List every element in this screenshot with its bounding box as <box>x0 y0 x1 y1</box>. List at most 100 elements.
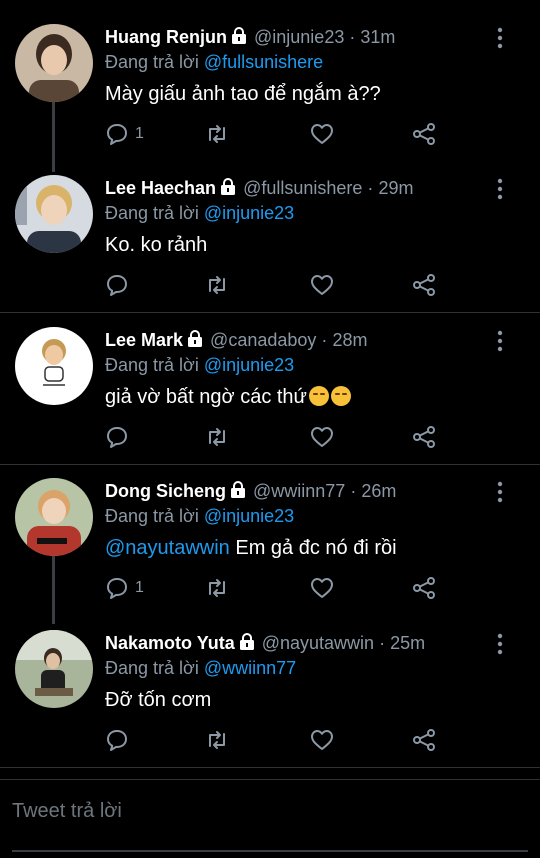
reply-button[interactable] <box>105 423 135 451</box>
author-handle[interactable]: @nayutawwin <box>262 633 374 653</box>
tweet-text: Mày giấu ảnh tao để ngắm à?? <box>105 83 381 105</box>
tweet-header: Dong Sicheng @wwiinn77 · 26m <box>105 478 396 504</box>
author-name[interactable]: Lee Mark <box>105 330 183 350</box>
lock-icon <box>221 178 236 195</box>
share-button[interactable] <box>412 271 436 299</box>
retweet-button[interactable] <box>205 120 229 148</box>
retweet-icon <box>209 731 225 749</box>
replying-to: Đang trả lời @wwiinn77 <box>105 655 296 681</box>
like-button[interactable] <box>310 120 334 148</box>
author-name[interactable]: Nakamoto Yuta <box>105 633 235 653</box>
more-options-icon[interactable] <box>488 632 512 656</box>
reply-icon <box>107 427 127 448</box>
author-handle[interactable]: @injunie23 <box>254 27 344 47</box>
like-button[interactable] <box>310 423 334 451</box>
share-icon <box>413 426 435 448</box>
reply-count: 1 <box>135 125 144 142</box>
reply-count: 1 <box>135 579 144 596</box>
thread-line <box>52 556 55 624</box>
reply-icon <box>107 124 127 145</box>
divider <box>0 464 540 465</box>
share-button[interactable] <box>412 726 436 754</box>
tweet-header: Lee Mark @canadaboy · 28m <box>105 327 367 353</box>
smirk-emoji-icon <box>330 386 351 406</box>
heart-icon <box>311 578 333 598</box>
avatar[interactable] <box>15 478 93 556</box>
separator-dot: · <box>350 481 357 501</box>
retweet-icon <box>209 276 225 294</box>
share-button[interactable] <box>412 574 436 602</box>
lock-icon <box>231 481 245 498</box>
text-mention[interactable]: @nayutawwin <box>105 537 230 559</box>
tweet-actions <box>105 423 445 453</box>
reply-compose-input[interactable]: Tweet trả lời <box>12 800 122 823</box>
separator-dot: · <box>367 178 374 198</box>
tweet-text: giả vờ bất ngờ các thứ <box>105 383 351 411</box>
more-options-icon[interactable] <box>488 26 512 50</box>
divider <box>0 779 540 780</box>
share-icon <box>413 577 435 599</box>
reply-mention[interactable]: @injunie23 <box>204 355 294 375</box>
share-button[interactable] <box>412 120 436 148</box>
share-button[interactable] <box>412 423 436 451</box>
timestamp[interactable]: 28m <box>332 330 367 350</box>
timestamp[interactable]: 29m <box>378 178 413 198</box>
author-handle[interactable]: @canadaboy <box>210 330 316 350</box>
share-icon <box>413 729 435 751</box>
retweet-button[interactable] <box>205 726 229 754</box>
separator-dot: · <box>349 27 356 47</box>
author-name[interactable]: Dong Sicheng <box>105 481 226 501</box>
reply-mention[interactable]: @injunie23 <box>204 506 294 526</box>
divider <box>0 767 540 768</box>
thread-line <box>52 100 55 172</box>
reply-mention[interactable]: @fullsunishere <box>204 52 323 72</box>
avatar[interactable] <box>15 175 93 253</box>
author-name[interactable]: Huang Renjun <box>105 27 227 47</box>
avatar[interactable] <box>15 327 93 405</box>
more-options-icon[interactable] <box>488 329 512 353</box>
author-handle[interactable]: @wwiinn77 <box>253 481 345 501</box>
heart-icon <box>311 730 333 750</box>
retweet-icon <box>209 125 225 143</box>
reply-button[interactable] <box>105 726 135 754</box>
tweet-actions <box>105 726 445 756</box>
replying-to-label: Đang trả lời <box>105 506 204 526</box>
tweet-actions: 1 <box>105 120 445 150</box>
reply-icon <box>107 275 127 296</box>
timestamp[interactable]: 26m <box>361 481 396 501</box>
like-button[interactable] <box>310 726 334 754</box>
timestamp[interactable]: 25m <box>390 633 425 653</box>
share-icon <box>413 274 435 296</box>
tweet-text: Ko. ko rảnh <box>105 234 208 256</box>
reply-mention[interactable]: @injunie23 <box>204 203 294 223</box>
tweet-actions <box>105 271 445 301</box>
replying-to-label: Đang trả lời <box>105 203 204 223</box>
replying-to-label: Đang trả lời <box>105 52 204 72</box>
reply-button[interactable]: 1 <box>105 574 144 602</box>
retweet-button[interactable] <box>205 423 229 451</box>
retweet-button[interactable] <box>205 271 229 299</box>
like-button[interactable] <box>310 574 334 602</box>
share-icon <box>413 123 435 145</box>
author-handle[interactable]: @fullsunishere <box>243 178 362 198</box>
retweet-button[interactable] <box>205 574 229 602</box>
reply-icon <box>107 578 127 599</box>
reply-button[interactable]: 1 <box>105 120 144 148</box>
divider <box>0 312 540 313</box>
reply-button[interactable] <box>105 271 135 299</box>
tweet-text-body: giả vờ bất ngờ các thứ <box>105 386 307 408</box>
like-button[interactable] <box>310 271 334 299</box>
author-name[interactable]: Lee Haechan <box>105 178 216 198</box>
more-options-icon[interactable] <box>488 177 512 201</box>
lock-icon <box>188 330 203 347</box>
avatar[interactable] <box>15 630 93 708</box>
tweet-header: Lee Haechan @fullsunishere · 29m <box>105 175 413 201</box>
avatar[interactable] <box>15 24 93 102</box>
reply-mention[interactable]: @wwiinn77 <box>204 658 296 678</box>
retweet-icon <box>209 428 225 446</box>
timestamp[interactable]: 31m <box>360 27 395 47</box>
lock-icon <box>239 633 254 650</box>
tweet-text: Đỡ tốn cơm <box>105 689 212 711</box>
replying-to: Đang trả lời @injunie23 <box>105 503 294 529</box>
more-options-icon[interactable] <box>488 480 512 504</box>
